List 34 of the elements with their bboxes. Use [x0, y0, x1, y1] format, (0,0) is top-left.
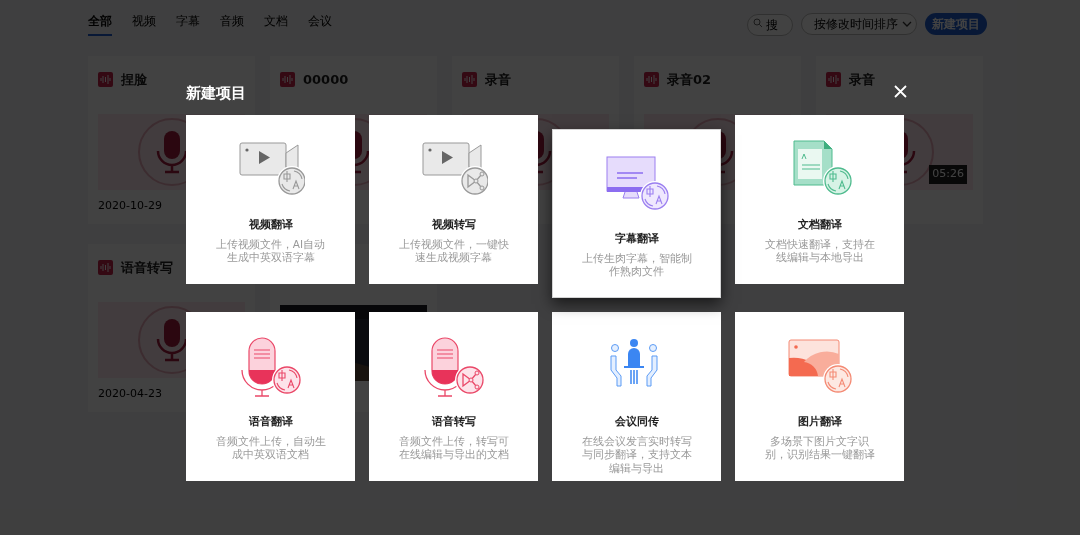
project-type-card[interactable]: 视频转写 上传视频文件，一键快速生成视频字幕 — [369, 115, 538, 284]
project-title: 00000 — [303, 71, 349, 89]
option-description: 上传视频文件，一键快速生成视频字幕 — [397, 237, 510, 265]
project-type-card[interactable]: 视频翻译 上传视频文件，AI自动生成中英双语字幕 — [186, 115, 355, 284]
project-type-card[interactable]: 图片翻译 多场景下图片文字识别，识别结果一键翻译 — [735, 312, 904, 481]
project-title: 录音02 — [667, 71, 712, 89]
option-description: 上传生肉字幕，智能制作熟肉文件 — [580, 251, 693, 279]
option-description: 在线会议发言实时转写与同步翻译，支持文本编辑与导出 — [580, 434, 693, 476]
option-title: 视频转写 — [430, 217, 477, 233]
option-title: 文档翻译 — [796, 217, 843, 233]
modal-title: 新建项目 — [186, 83, 246, 105]
project-type-card[interactable]: 会议同传 在线会议发言实时转写与同步翻译，支持文本编辑与导出 — [552, 312, 721, 481]
close-icon[interactable] — [894, 85, 907, 98]
option-description: 音频文件上传，自动生成中英双语文档 — [214, 434, 327, 462]
option-description: 多场景下图片文字识别，识别结果一键翻译 — [763, 434, 876, 462]
project-type-card[interactable]: 语音翻译 音频文件上传，自动生成中英双语文档 — [186, 312, 355, 481]
project-type-card[interactable]: 字幕翻译 上传生肉字幕，智能制作熟肉文件 — [552, 129, 721, 298]
option-title: 会议同传 — [613, 414, 660, 430]
project-date: 2020-10-29 — [98, 197, 163, 214]
option-description: 音频文件上传，转写可在线编辑与导出的文档 — [397, 434, 510, 462]
project-type-card[interactable]: 文档翻译 文档快速翻译，支持在线编辑与本地导出 — [735, 115, 904, 284]
option-description: 上传视频文件，AI自动生成中英双语字幕 — [214, 237, 327, 265]
option-title: 语音翻译 — [247, 414, 294, 430]
project-title: 录音 — [849, 71, 875, 89]
project-type-card[interactable]: 语音转写 音频文件上传，转写可在线编辑与导出的文档 — [369, 312, 538, 481]
option-title: 语音转写 — [430, 414, 477, 430]
project-title: 录音 — [485, 71, 511, 89]
project-title: 语音转写 — [121, 259, 173, 277]
option-title: 字幕翻译 — [613, 231, 660, 247]
option-title: 视频翻译 — [247, 217, 294, 233]
option-title: 图片翻译 — [796, 414, 843, 430]
project-date: 2020-04-23 — [98, 385, 163, 402]
project-title: 捏脸 — [121, 71, 147, 89]
option-description: 文档快速翻译，支持在线编辑与本地导出 — [763, 237, 876, 265]
